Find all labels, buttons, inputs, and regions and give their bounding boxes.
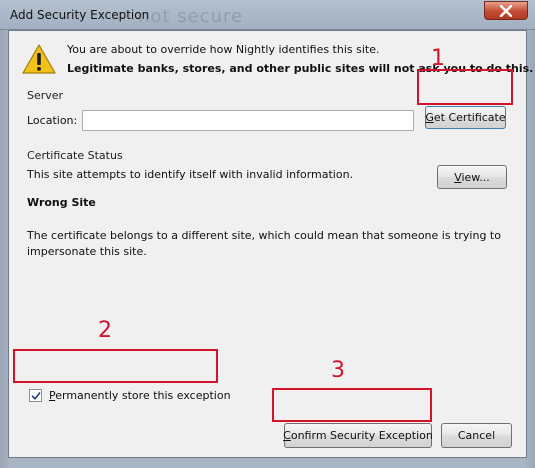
close-icon [499, 4, 513, 17]
permanent-store-label: Permanently store this exception [49, 389, 231, 402]
title-bar[interactable]: Add Security Exception not secure [0, 0, 535, 30]
permanent-store-checkbox[interactable] [29, 389, 42, 402]
location-label: Location: [27, 114, 78, 127]
view-certificate-button[interactable]: View... [437, 165, 507, 189]
error-title: Wrong Site [27, 196, 96, 209]
cancel-label: Cancel [457, 429, 496, 442]
certificate-status-label: Certificate Status [27, 149, 123, 162]
get-certificate-label: Get Certificate [425, 111, 506, 124]
step-number-3: 3 [331, 358, 345, 383]
background-page-text: not secure [138, 6, 244, 27]
checkmark-icon [31, 391, 40, 400]
callout-box-step-1 [417, 69, 513, 105]
callout-box-step-3 [272, 388, 432, 422]
close-button[interactable] [484, 1, 528, 20]
step-number-2: 2 [98, 318, 112, 343]
cancel-button[interactable]: Cancel [441, 423, 512, 448]
error-explanation-line2: impersonate this site. [27, 245, 147, 258]
location-input[interactable] [82, 110, 414, 131]
confirm-security-exception-button[interactable]: Confirm Security Exception [283, 423, 433, 448]
view-label: View... [454, 170, 490, 184]
warning-triangle-icon [22, 44, 56, 74]
get-certificate-button[interactable]: Get Certificate [425, 106, 506, 129]
certificate-status-description: This site attempts to identify itself wi… [27, 168, 354, 181]
warning-text: You are about to override how Nightly id… [67, 43, 380, 56]
window-title: Add Security Exception [10, 8, 150, 22]
step-number-1: 1 [431, 46, 445, 71]
error-explanation-line1: The certificate belongs to a different s… [27, 229, 501, 242]
permanent-store-option[interactable]: Permanently store this exception [29, 389, 231, 402]
confirm-label: Confirm Security Exception [283, 429, 433, 442]
callout-box-step-2 [13, 349, 218, 383]
server-section-label: Server [27, 89, 64, 102]
